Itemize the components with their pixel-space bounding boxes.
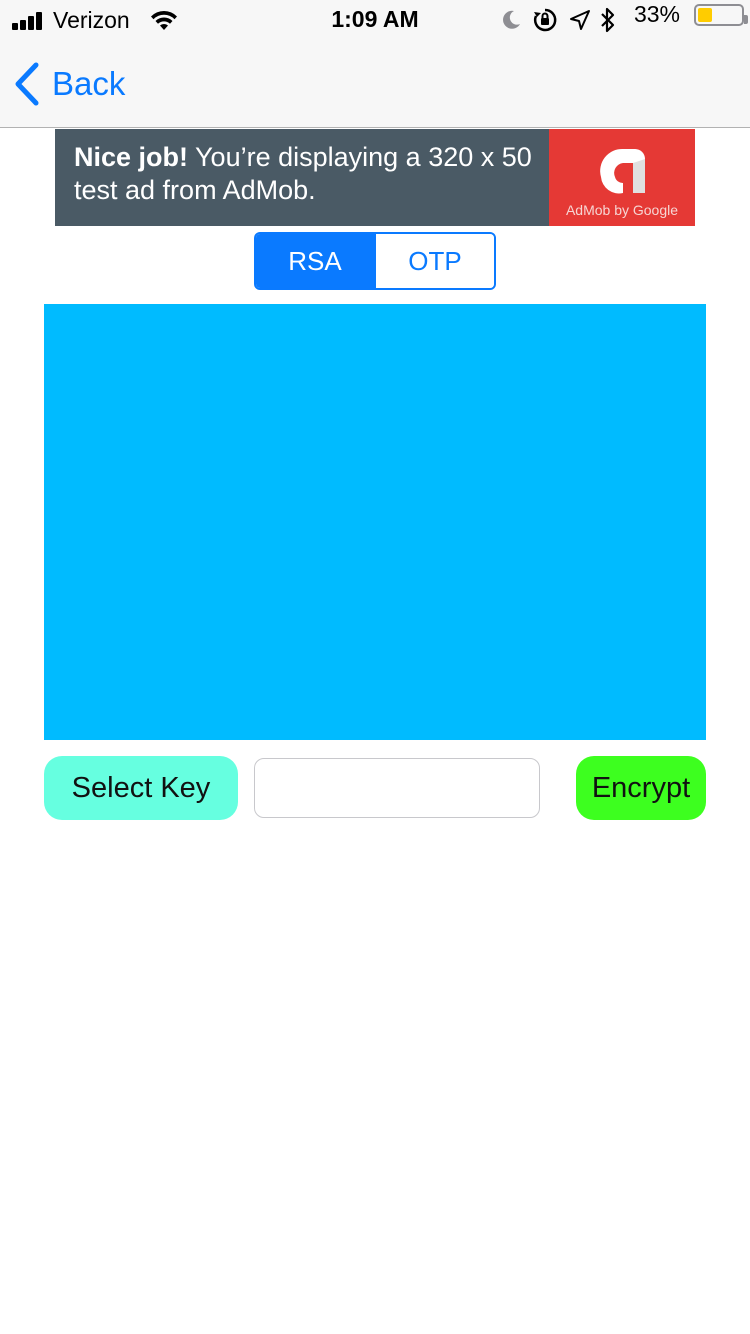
- navigation-bar: Back: [0, 40, 750, 128]
- battery-percent: 33%: [633, 1, 680, 27]
- bluetooth-icon: [601, 7, 615, 33]
- segment-otp[interactable]: OTP: [374, 234, 494, 288]
- ad-headline-bold: Nice job!: [74, 142, 189, 172]
- battery-fill: [698, 8, 712, 22]
- ad-logo-caption: AdMob by Google: [565, 202, 679, 218]
- admob-icon: [600, 148, 645, 194]
- battery-nub: [744, 15, 748, 24]
- content-area: [44, 304, 706, 740]
- segment-rsa[interactable]: RSA: [256, 234, 374, 288]
- status-bar: Verizon 1:09 AM 33%: [0, 0, 750, 40]
- ad-text: Nice job! You’re displaying a 320 x 50 t…: [74, 141, 544, 207]
- back-button[interactable]: Back: [14, 60, 125, 108]
- encrypt-button[interactable]: Encrypt: [576, 756, 706, 820]
- chevron-left-icon: [15, 62, 39, 106]
- ad-banner[interactable]: Nice job! You’re displaying a 320 x 50 t…: [55, 129, 695, 226]
- back-label: Back: [52, 65, 126, 102]
- key-input[interactable]: [254, 758, 540, 818]
- admob-logo: AdMob by Google: [549, 129, 695, 226]
- mode-segmented-control: RSA OTP: [254, 232, 496, 290]
- select-key-button[interactable]: Select Key: [44, 756, 238, 820]
- battery-icon: [694, 4, 744, 26]
- moon-icon: [503, 10, 520, 29]
- orientation-lock-icon: [533, 8, 557, 32]
- location-icon: [570, 10, 590, 30]
